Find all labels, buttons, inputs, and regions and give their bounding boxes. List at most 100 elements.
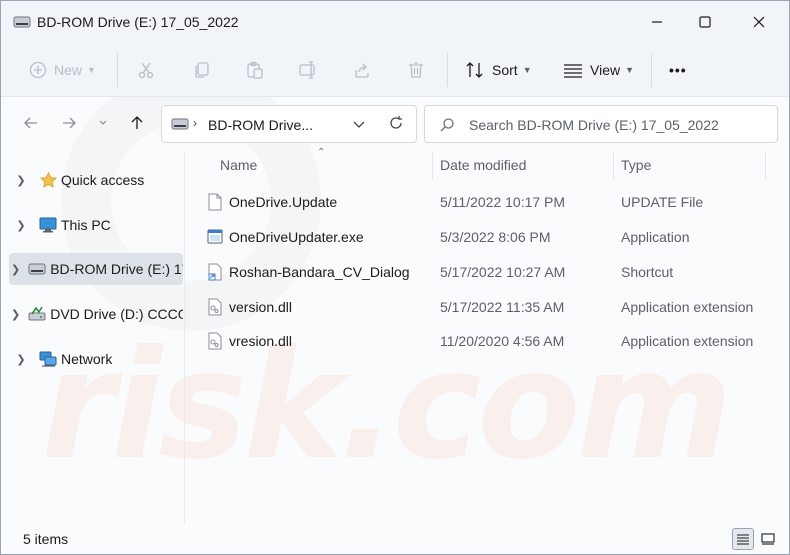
file-type: Application extension [621, 299, 754, 315]
column-date-modified[interactable]: Date modified [440, 157, 526, 173]
view-label: View [590, 62, 621, 78]
pane-divider[interactable] [184, 151, 185, 523]
status-bar: 5 items [1, 523, 789, 554]
chevron-down-icon: ▼ [522, 65, 532, 75]
drive-icon [13, 16, 31, 28]
minimize-button[interactable] [633, 1, 681, 43]
minimize-icon [652, 21, 662, 23]
file-date: 5/17/2022 10:27 AM [440, 264, 566, 280]
column-divider[interactable] [765, 151, 766, 179]
arrow-left-icon [24, 117, 37, 129]
rename-icon [299, 61, 315, 79]
file-name: OneDriveUpdater.exe [229, 229, 364, 245]
recent-locations-button[interactable] [89, 109, 117, 137]
column-divider[interactable] [613, 151, 614, 179]
monitor-icon [39, 217, 57, 233]
file-name: OneDrive.Update [229, 194, 338, 210]
file-row[interactable]: OneDrive.Update 5/11/2022 10:17 PM UPDAT… [201, 185, 771, 219]
nav-item-label: BD-ROM Drive (E:) 17_05_2022 [50, 261, 183, 277]
file-type: Application extension [621, 333, 754, 349]
dll-icon [208, 298, 222, 316]
shortcut-icon [208, 263, 222, 281]
copy-button[interactable] [193, 43, 211, 97]
explorer-window: risk.com BD-ROM Drive (E:) 17_05_2022 Ne… [0, 0, 790, 555]
nav-item-label: Network [61, 351, 113, 367]
search-box[interactable] [424, 105, 778, 143]
chevron-down-icon [99, 120, 107, 125]
drive-icon [28, 261, 46, 277]
view-button[interactable]: View ▼ [563, 43, 634, 97]
paste-button[interactable] [246, 43, 264, 97]
new-label: New [54, 62, 83, 78]
file-type: Shortcut [621, 264, 674, 280]
arrow-right-icon [63, 117, 76, 129]
nav-item-label: This PC [61, 217, 111, 233]
nav-item-network[interactable]: ❯ Network [9, 343, 183, 375]
tiles-view-button[interactable] [757, 528, 779, 550]
rename-button[interactable] [299, 43, 319, 97]
dvd-icon [28, 306, 46, 322]
item-count: 5 items [23, 531, 69, 547]
refresh-icon[interactable] [388, 115, 404, 131]
file-date: 5/3/2022 8:06 PM [440, 229, 551, 245]
file-icon [208, 193, 222, 211]
separator [117, 53, 118, 87]
column-header: ⌃ Name Date modified Type [201, 147, 771, 179]
details-view-icon [737, 534, 749, 545]
separator [651, 53, 652, 87]
chevron-down-icon: ▼ [87, 65, 96, 75]
column-name[interactable]: Name [220, 157, 257, 173]
expand-chevron-icon[interactable]: ❯ [11, 353, 31, 366]
breadcrumb-chevron-icon[interactable]: › [193, 116, 197, 130]
network-icon [39, 351, 57, 367]
address-bar[interactable]: › BD-ROM Drive... [161, 105, 417, 143]
file-row[interactable]: vresion.dll 11/20/2020 4:56 AM Applicati… [201, 324, 771, 358]
column-divider[interactable] [432, 151, 433, 179]
nav-item-dvd-drive[interactable]: ❯ DVD Drive (D:) CCCOMA_X64FRE_EN-US_DV9 [9, 298, 183, 330]
delete-button[interactable] [407, 43, 425, 97]
file-date: 5/17/2022 11:35 AM [440, 299, 565, 315]
share-button[interactable] [353, 43, 371, 97]
back-button[interactable] [17, 109, 45, 137]
up-button[interactable] [123, 109, 151, 137]
paste-icon [247, 61, 263, 79]
file-row[interactable]: Roshan-Bandara_CV_Dialog 5/17/2022 10:27… [201, 255, 771, 289]
new-button[interactable]: New ▼ [29, 43, 96, 97]
maximize-icon [699, 16, 711, 28]
column-type[interactable]: Type [621, 157, 651, 173]
file-row[interactable]: OneDriveUpdater.exe 5/3/2022 8:06 PM App… [201, 220, 771, 254]
file-date: 5/11/2022 10:17 PM [440, 194, 566, 210]
maximize-button[interactable] [681, 1, 729, 43]
nav-item-label: Quick access [61, 172, 145, 188]
cut-button[interactable] [137, 43, 155, 97]
search-input[interactable] [469, 115, 759, 135]
close-icon [753, 16, 765, 28]
view-icon [564, 64, 582, 78]
file-row[interactable]: version.dll 5/17/2022 11:35 AM Applicati… [201, 290, 771, 324]
more-options-button[interactable]: ••• [669, 43, 687, 97]
nav-item-quick-access[interactable]: ❯ Quick access [9, 164, 183, 196]
chevron-down-icon: ▼ [625, 65, 635, 75]
cut-icon [138, 62, 154, 79]
nav-item-bd-rom-drive[interactable]: ❯ BD-ROM Drive (E:) 17_05_2022 [9, 253, 183, 285]
expand-chevron-icon[interactable]: ❯ [11, 219, 31, 232]
breadcrumb[interactable]: BD-ROM Drive... [208, 117, 313, 133]
file-name: Roshan-Bandara_CV_Dialog [229, 264, 410, 280]
expand-chevron-icon[interactable]: ❯ [11, 263, 20, 276]
plus-circle-icon [29, 61, 47, 79]
forward-button[interactable] [55, 109, 83, 137]
navigation-pane: ❯ Quick access ❯ This PC ❯ BD-ROM Drive … [1, 151, 184, 523]
sort-label: Sort [492, 62, 518, 78]
exe-icon [207, 229, 223, 244]
file-type: Application [621, 229, 690, 245]
details-view-button[interactable] [732, 528, 754, 550]
file-date: 11/20/2020 4:56 AM [440, 333, 565, 349]
title-bar[interactable]: BD-ROM Drive (E:) 17_05_2022 [1, 1, 789, 43]
nav-item-this-pc[interactable]: ❯ This PC [9, 209, 183, 241]
sort-ascending-icon: ⌃ [317, 147, 326, 158]
sort-button[interactable]: Sort ▼ [465, 43, 532, 97]
chevron-down-icon[interactable] [352, 117, 366, 131]
expand-chevron-icon[interactable]: ❯ [11, 308, 20, 321]
close-button[interactable] [735, 1, 783, 43]
expand-chevron-icon[interactable]: ❯ [11, 174, 31, 187]
